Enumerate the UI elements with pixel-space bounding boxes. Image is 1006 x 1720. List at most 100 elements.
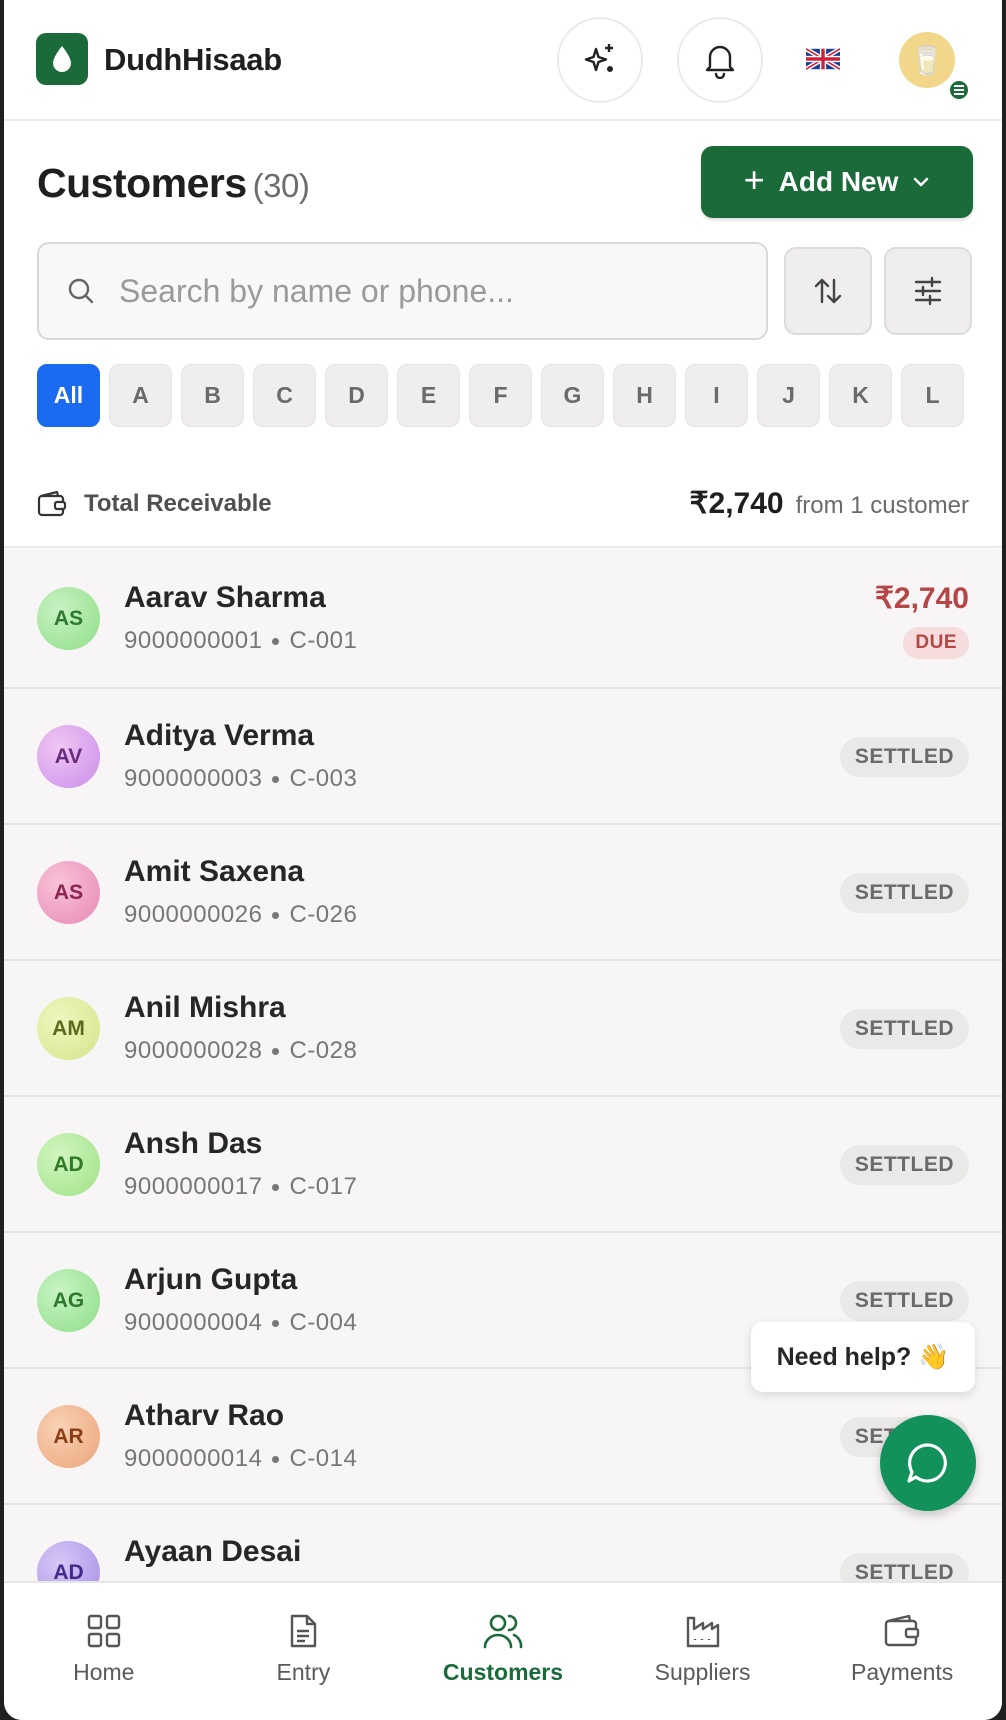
total-receivable-from: from 1 customer (795, 492, 969, 519)
page-title: Customers (30) (37, 160, 310, 207)
sliders-icon (914, 276, 942, 306)
total-receivable-amount: ₹2,740 (689, 487, 784, 520)
customer-phone: 9000000026 (124, 901, 263, 928)
customer-name: Ayaan Desai (124, 1535, 302, 1568)
customer-name: Amit Saxena (124, 855, 305, 888)
chat-button[interactable] (880, 1415, 976, 1511)
sort-arrows-icon (814, 278, 842, 304)
search-icon (39, 276, 119, 306)
users-icon (483, 1614, 523, 1649)
customer-row[interactable]: AD Ansh Das 9000000017 C-017 SETTLED (4, 1097, 1002, 1233)
customer-avatar: AG (37, 1269, 100, 1332)
customer-phone: 9000000003 (124, 765, 263, 792)
customer-row[interactable]: AS Aarav Sharma 9000000001 C-001 ₹2,740 D… (4, 549, 1002, 689)
alpha-h[interactable]: H (613, 364, 676, 427)
alpha-a[interactable]: A (109, 364, 172, 427)
nav-entry-label: Entry (276, 1659, 331, 1685)
alpha-i[interactable]: I (685, 364, 748, 427)
status-badge: SETTLED (839, 737, 969, 777)
status-badge: SETTLED (839, 1281, 969, 1321)
customer-avatar: AR (37, 1405, 100, 1468)
brand-name: DudhHisaab (104, 42, 282, 77)
bell-icon (705, 45, 735, 79)
alphabet-filter: All A B C D E F G H I J K L (37, 364, 964, 427)
customer-meta: 9000000004 C-004 (124, 1309, 357, 1337)
total-receivable-bar: Total Receivable ₹2,740 from 1 customer (4, 456, 1002, 548)
customer-list: AS Aarav Sharma 9000000001 C-001 ₹2,740 D… (4, 549, 1002, 1641)
customer-meta: 9000000003 C-003 (124, 765, 357, 793)
nav-home-label: Home (73, 1659, 135, 1685)
customer-avatar: AD (37, 1133, 100, 1196)
nav-home[interactable]: Home (4, 1583, 204, 1720)
customer-meta: 9000000028 C-028 (124, 1037, 357, 1065)
alpha-d[interactable]: D (325, 364, 388, 427)
notifications-button[interactable] (677, 17, 763, 103)
milk-drop-logo-icon (36, 33, 88, 85)
chat-bubble-icon (907, 1443, 947, 1483)
alpha-all[interactable]: All (37, 364, 100, 427)
separator-dot (272, 911, 280, 919)
customer-meta: 9000000014 C-014 (124, 1445, 357, 1473)
menu-status-icon (947, 78, 971, 102)
alpha-f[interactable]: F (469, 364, 532, 427)
alpha-l[interactable]: L (901, 364, 964, 427)
plus-icon: + (743, 159, 765, 200)
customer-code: C-004 (289, 1309, 358, 1336)
profile-avatar[interactable]: 🥛 (899, 32, 955, 88)
nav-payments-label: Payments (851, 1659, 954, 1685)
wallet-icon (884, 1614, 920, 1647)
status-badge: SETTLED (839, 873, 969, 913)
sparkle-icon (584, 44, 614, 73)
customer-row[interactable]: AM Anil Mishra 9000000028 C-028 SETTLED (4, 961, 1002, 1097)
filter-button[interactable] (884, 247, 972, 335)
search-input[interactable] (119, 272, 719, 310)
due-amount: ₹2,740 (874, 582, 969, 615)
nav-suppliers[interactable]: Suppliers (603, 1583, 803, 1720)
customer-meta: 9000000001 C-001 (124, 627, 357, 655)
nav-customers[interactable]: Customers (403, 1583, 603, 1720)
add-new-label: Add New (778, 166, 899, 197)
alpha-j[interactable]: J (757, 364, 820, 427)
separator-dot (272, 637, 280, 645)
nav-payments[interactable]: Payments (802, 1583, 1002, 1720)
customer-row[interactable]: AV Aditya Verma 9000000003 C-003 SETTLED (4, 689, 1002, 825)
alpha-k[interactable]: K (829, 364, 892, 427)
page-title-text: Customers (37, 160, 247, 206)
customer-name: Arjun Gupta (124, 1263, 298, 1296)
customer-phone: 9000000004 (124, 1309, 263, 1336)
search-box (37, 242, 768, 340)
customer-phone: 9000000014 (124, 1445, 263, 1472)
nav-entry[interactable]: Entry (204, 1583, 404, 1720)
alpha-e[interactable]: E (397, 364, 460, 427)
customer-meta: 9000000026 C-026 (124, 901, 357, 929)
wallet-icon (37, 490, 67, 517)
top-bar: DudhHisaab 🥛 (4, 0, 1002, 121)
customer-count: (30) (252, 167, 310, 204)
alpha-b[interactable]: B (181, 364, 244, 427)
customer-name: Ansh Das (124, 1127, 263, 1160)
status-badge: SETTLED (839, 1145, 969, 1185)
uk-flag-icon[interactable] (806, 48, 840, 70)
alpha-g[interactable]: G (541, 364, 604, 427)
customer-name: Atharv Rao (124, 1399, 285, 1432)
customer-name: Anil Mishra (124, 991, 286, 1024)
customer-name: Aditya Verma (124, 719, 315, 752)
separator-dot (272, 1047, 280, 1055)
factory-icon (686, 1616, 719, 1648)
nav-suppliers-label: Suppliers (654, 1659, 751, 1685)
add-new-button[interactable]: + Add New (701, 146, 973, 218)
alpha-c[interactable]: C (253, 364, 316, 427)
customer-code: C-001 (289, 627, 358, 654)
app-frame: DudhHisaab 🥛 Customers (30) + Add New Se… (4, 0, 1002, 1720)
sort-button[interactable] (784, 247, 872, 335)
customer-meta: 9000000017 C-017 (124, 1173, 357, 1201)
need-help-bubble[interactable]: Need help? 👋 (751, 1322, 975, 1392)
ai-sparkle-button[interactable] (557, 17, 643, 103)
customer-code: C-003 (289, 765, 358, 792)
separator-dot (272, 1183, 280, 1191)
customer-row[interactable]: AS Amit Saxena 9000000026 C-026 SETTLED (4, 825, 1002, 961)
customer-avatar: AV (37, 725, 100, 788)
customer-code: C-026 (289, 901, 358, 928)
customer-avatar: AS (37, 587, 100, 650)
grid-icon (87, 1614, 120, 1648)
